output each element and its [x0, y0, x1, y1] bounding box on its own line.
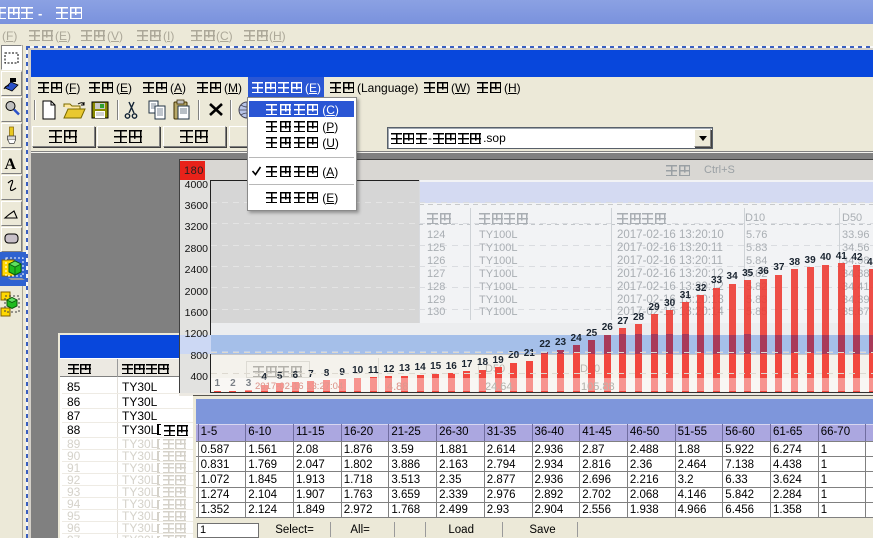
svg-text:A: A — [5, 156, 17, 173]
